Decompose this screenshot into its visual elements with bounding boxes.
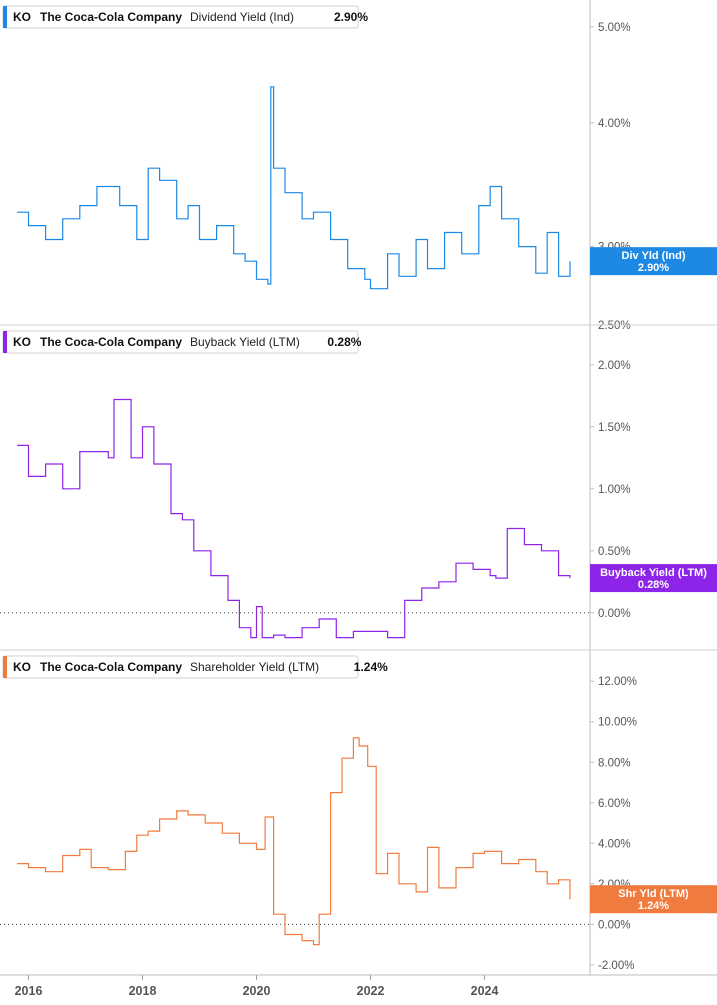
value-flag-1: Div Yld (Ind)2.90% [590,247,717,276]
y-tick-label: -2.00% [598,960,634,972]
legend-current-value: 0.28% [327,335,361,349]
y-tick-label: 2.50% [598,320,631,332]
legend-color-swatch [3,331,7,353]
legend-current-value: 2.90% [334,10,368,24]
x-tick-label: 2024 [471,984,499,998]
y-tick-label: 0.00% [598,919,631,931]
y-tick-label: 0.00% [598,608,631,620]
legend-company: The Coca-Cola Company [40,10,182,24]
panel-3: 12.00%10.00%8.00%6.00%4.00%2.00%0.00%-2.… [0,649,717,972]
legend-ticker: KO [13,10,31,24]
y-tick-label: 4.00% [598,118,631,130]
value-flag-2: Buyback Yield (LTM)0.28% [590,564,717,593]
legend-2: KO The Coca-Cola Company Buyback Yield (LT… [2,330,362,354]
legend-1: KO The Coca-Cola Company Dividend Yield (I… [2,5,368,29]
value-flag-value: 1.24% [638,900,669,912]
panel-2: 2.00% 1.50% 1.00% 0.50% 0.00% KO The Coca-Cola… [0,324,717,639]
y-tick-label: 2.00% [598,360,631,372]
y-tick-label: 12.00% [598,676,637,688]
y-tick-label: 8.00% [598,757,631,769]
value-flag-label: Div Yld (Ind) [622,250,686,262]
y-tick-label: 4.00% [598,838,631,850]
legend-3: KO The Coca-Cola Company Shareholder Yield… [2,655,388,679]
y-tick-label: 1.00% [598,484,631,496]
series-line-3 [17,737,571,946]
x-tick-label: 2020 [243,984,271,998]
panel-1: 5.00%4.00%3.00%2.50%KOThe Coca-Cola Comp… [2,5,717,332]
value-flag-label: Shr Yld (LTM) [618,888,689,900]
chart-canvas: 5.00%4.00%3.00%2.50%KOThe Coca-Cola Comp… [0,0,717,998]
legend-metric: Buyback Yield (LTM) [190,335,300,349]
x-tick-label: 2022 [357,984,385,998]
x-tick-label: 2018 [129,984,157,998]
y-tick-label: 1.50% [598,422,631,434]
legend-metric: Shareholder Yield (LTM) [190,660,319,674]
y-tick-label: 5.00% [598,22,631,34]
x-tick-label: 2016 [15,984,43,998]
legend-company: The Coca-Cola Company [40,335,182,349]
value-flag-label: Buyback Yield (LTM) [600,567,707,579]
legend-ticker: KO [13,335,31,349]
value-flag-value: 2.90% [638,262,669,274]
legend-color-swatch [3,6,7,28]
series-line-2 [17,398,571,639]
legend-ticker: KO [13,660,31,674]
series-line-1 [17,86,571,290]
y-tick-label: 0.50% [598,546,631,558]
legend-metric: Dividend Yield (Ind) [190,10,294,24]
value-flag-value: 0.28% [638,579,669,591]
y-tick-label: 6.00% [598,798,631,810]
legend-current-value: 1.24% [354,660,388,674]
value-flag-3: Shr Yld (LTM)1.24% [590,885,717,914]
legend-company: The Coca-Cola Company [40,660,182,674]
legend-color-swatch [3,656,7,678]
y-tick-label: 10.00% [598,717,637,729]
